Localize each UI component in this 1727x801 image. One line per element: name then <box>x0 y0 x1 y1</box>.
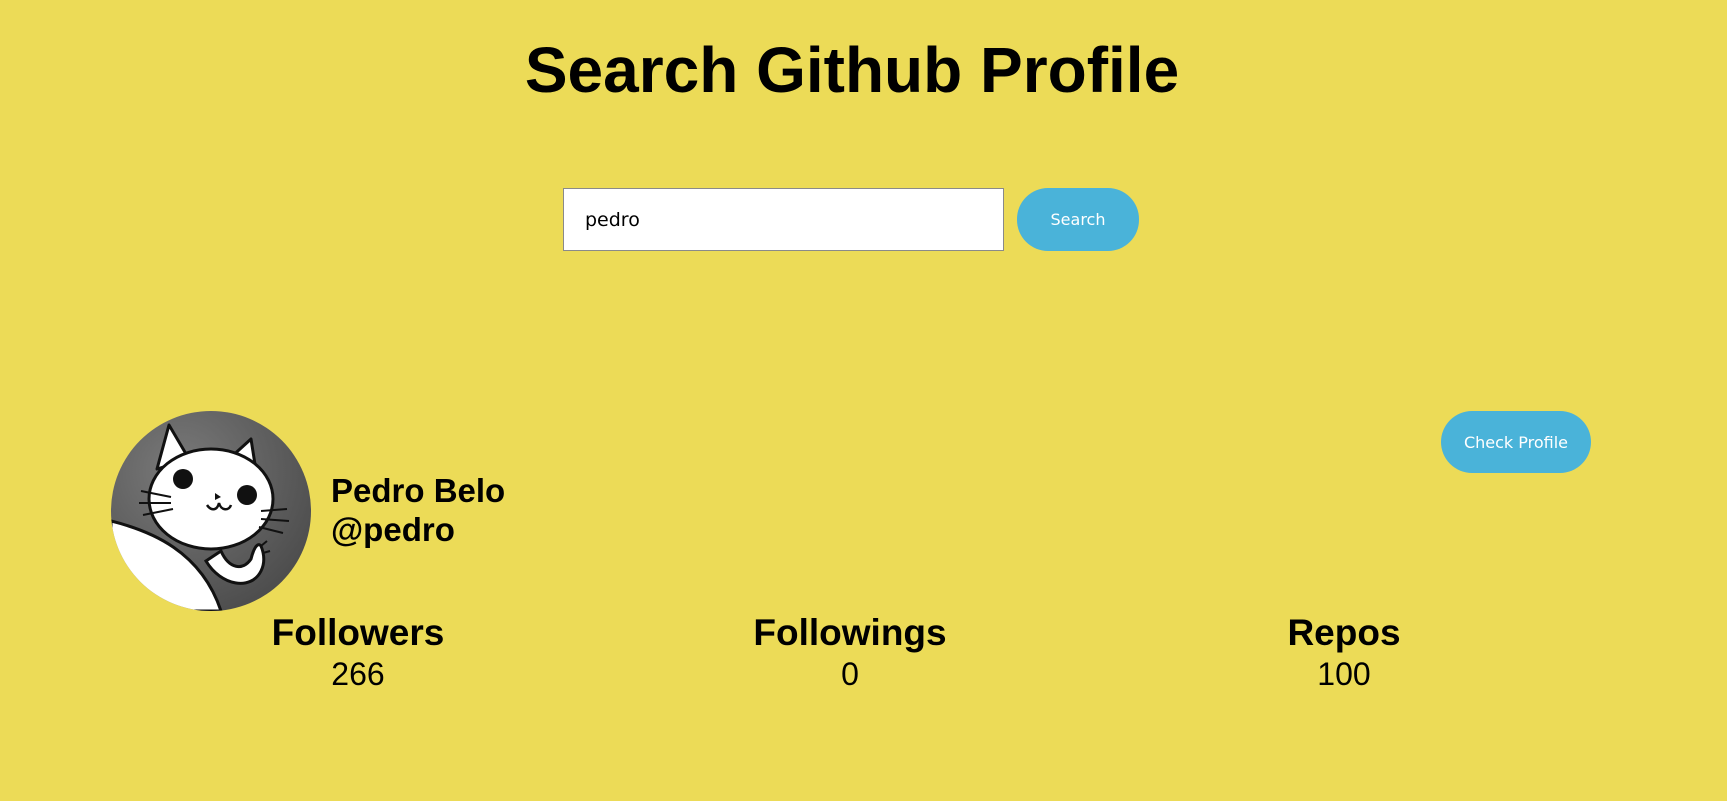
search-form: Search <box>563 188 1139 251</box>
stat-followers: Followers 266 <box>208 611 508 693</box>
stat-label: Followers <box>271 612 445 653</box>
search-input[interactable] <box>563 188 1004 251</box>
stat-followings: Followings 0 <box>700 611 1000 693</box>
stat-value: 266 <box>331 656 385 692</box>
check-profile-button[interactable]: Check Profile <box>1441 411 1591 473</box>
stat-value: 0 <box>841 656 859 692</box>
page-title: Search Github Profile <box>524 34 1180 106</box>
stat-label: Repos <box>1287 612 1401 653</box>
profile-name: Pedro Belo <box>331 472 506 509</box>
stat-value: 100 <box>1317 656 1371 692</box>
stat-repos: Repos 100 <box>1194 611 1494 693</box>
stat-label: Followings <box>753 612 947 653</box>
profile-handle: @pedro <box>331 511 455 548</box>
avatar <box>111 411 311 611</box>
search-button[interactable]: Search <box>1017 188 1139 251</box>
cat-avatar-icon <box>111 411 311 611</box>
